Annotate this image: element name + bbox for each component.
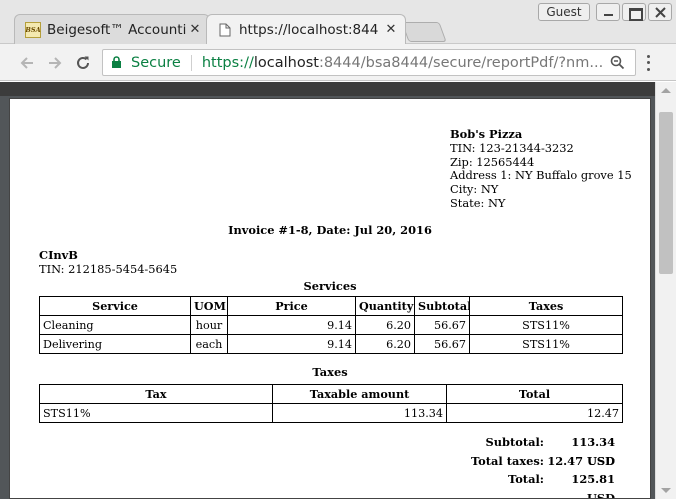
forward-button[interactable] bbox=[44, 52, 66, 74]
grand-total-value: 125.81 USD bbox=[571, 472, 615, 499]
price-cell: 9.14 bbox=[227, 334, 356, 354]
table-header-row: Tax Taxable amount Total bbox=[39, 384, 623, 404]
close-tab-icon[interactable]: ✕ bbox=[383, 22, 399, 37]
invoice-heading: Invoice #1-8, Date: Jul 20, 2016 bbox=[228, 223, 432, 237]
bsa-favicon-icon: BSA bbox=[25, 21, 41, 38]
customer-name: CInvB bbox=[39, 248, 78, 262]
company-info: Bob's Pizza TIN: 123-21344-3232 Zip: 125… bbox=[450, 127, 632, 211]
viewer-toolbar-strip bbox=[0, 82, 655, 96]
service-cell: Delivering bbox=[39, 334, 191, 354]
tax-cell: STS11% bbox=[39, 403, 273, 423]
tab-beigesoft[interactable]: BSA Beigesoft™ Accounti ✕ bbox=[14, 14, 210, 44]
tab-report-pdf[interactable]: https://localhost:844 ✕ bbox=[206, 14, 406, 44]
services-table: Service UOM Price Quantity Subtotal Taxe… bbox=[39, 296, 623, 354]
guest-profile-button[interactable]: Guest bbox=[538, 3, 590, 21]
subtotal-cell: 56.67 bbox=[414, 315, 470, 335]
close-icon bbox=[655, 7, 666, 18]
pdf-viewer: Bob's Pizza TIN: 123-21344-3232 Zip: 125… bbox=[0, 82, 676, 499]
price-cell: 9.14 bbox=[227, 315, 356, 335]
security-label[interactable]: Secure bbox=[131, 55, 181, 71]
browser-titlebar: BSA Beigesoft™ Accounti ✕ https://localh… bbox=[0, 0, 676, 44]
company-address: Address 1: NY Buffalo grove 15 bbox=[450, 168, 632, 183]
divider bbox=[190, 54, 192, 71]
close-tab-icon[interactable]: ✕ bbox=[187, 22, 203, 37]
column-header: UOM bbox=[190, 296, 228, 316]
table-header-row: Service UOM Price Quantity Subtotal Taxe… bbox=[39, 296, 623, 316]
quantity-cell: 6.20 bbox=[355, 334, 415, 354]
pdf-page: Bob's Pizza TIN: 123-21344-3232 Zip: 125… bbox=[9, 98, 651, 499]
url-host: localhost bbox=[253, 54, 319, 71]
column-header: Taxes bbox=[469, 296, 623, 316]
back-button[interactable] bbox=[16, 52, 38, 74]
url-scheme: https:// bbox=[201, 54, 254, 71]
tax-total-cell: 12.47 bbox=[446, 403, 623, 423]
company-tin: TIN: 123-21344-3232 bbox=[450, 140, 574, 155]
subtotal-cell: 56.67 bbox=[414, 334, 470, 354]
uom-cell: hour bbox=[190, 315, 228, 335]
customer-info: CInvB TIN: 212185-5454-5645 bbox=[39, 248, 178, 276]
service-cell: Cleaning bbox=[39, 315, 191, 335]
browser-toolbar: Secure https:// localhost :8444/bsa8444/… bbox=[0, 44, 676, 81]
reload-button[interactable] bbox=[72, 52, 94, 74]
url-path: :8444/bsa8444/secure/reportPdf/?nm... bbox=[318, 54, 604, 71]
subtotal-label: Subtotal: bbox=[485, 435, 544, 449]
tab-title: Beigesoft™ Accounti bbox=[47, 21, 187, 38]
grand-total-row: Total: 125.81 USD bbox=[400, 470, 615, 499]
arrow-left-icon bbox=[20, 57, 33, 69]
services-title: Services bbox=[303, 279, 357, 293]
column-header: Price bbox=[227, 296, 356, 316]
column-header: Tax bbox=[39, 384, 273, 404]
column-header: Service bbox=[39, 296, 191, 316]
lock-icon bbox=[111, 56, 125, 69]
taxes-cell: STS11% bbox=[469, 315, 623, 335]
table-row: Delivering each 9.14 6.20 56.67 STS11% bbox=[39, 334, 623, 354]
taxes-cell: STS11% bbox=[469, 334, 623, 354]
customer-tin: TIN: 212185-5454-5645 bbox=[39, 261, 178, 276]
uom-cell: each bbox=[190, 334, 228, 354]
totals-block: Subtotal: 113.34 USD Total taxes: 12.47 … bbox=[400, 433, 615, 499]
page-favicon-icon bbox=[217, 22, 233, 38]
company-name: Bob's Pizza bbox=[450, 127, 523, 141]
company-zip: Zip: 12565444 bbox=[450, 154, 535, 169]
total-taxes-row: Total taxes: 12.47 USD bbox=[400, 452, 615, 471]
taxes-title: Taxes bbox=[312, 365, 348, 379]
company-state: State: NY bbox=[450, 195, 506, 210]
table-row: STS11% 113.34 12.47 bbox=[39, 403, 623, 423]
menu-dots-icon[interactable] bbox=[640, 53, 656, 73]
maximize-window-button[interactable] bbox=[622, 3, 646, 21]
column-header: Quantity bbox=[355, 296, 415, 316]
minimize-window-button[interactable] bbox=[596, 3, 620, 21]
close-window-button[interactable] bbox=[648, 3, 672, 21]
taxes-table: Tax Taxable amount Total STS11% 113.34 1… bbox=[39, 384, 623, 423]
total-taxes-value: 12.47 USD bbox=[547, 453, 615, 468]
reload-icon bbox=[77, 56, 89, 69]
vertical-scrollbar[interactable] bbox=[655, 82, 676, 499]
subtotal-value: 113.34 USD bbox=[571, 435, 615, 468]
quantity-cell: 6.20 bbox=[355, 315, 415, 335]
arrow-right-icon bbox=[49, 57, 62, 69]
column-header: Total bbox=[446, 384, 623, 404]
table-row: Cleaning hour 9.14 6.20 56.67 STS11% bbox=[39, 315, 623, 335]
scrollbar-thumb[interactable] bbox=[659, 112, 673, 274]
tab-title: https://localhost:844 bbox=[239, 21, 379, 38]
address-bar[interactable]: Secure https:// localhost :8444/bsa8444/… bbox=[102, 49, 636, 76]
total-taxes-label: Total taxes: bbox=[471, 453, 544, 468]
scroll-up-arrow-icon[interactable] bbox=[661, 88, 671, 93]
subtotal-row: Subtotal: 113.34 USD bbox=[400, 433, 615, 468]
column-header: Taxable amount bbox=[272, 384, 447, 404]
company-city: City: NY bbox=[450, 182, 499, 197]
zoom-icon[interactable] bbox=[610, 55, 625, 74]
grand-total-label: Total: bbox=[508, 472, 544, 487]
column-header: Subtotal bbox=[414, 296, 470, 316]
scroll-down-arrow-icon[interactable] bbox=[661, 488, 671, 493]
taxable-amount-cell: 113.34 bbox=[272, 403, 447, 423]
new-tab-button[interactable] bbox=[401, 22, 447, 42]
